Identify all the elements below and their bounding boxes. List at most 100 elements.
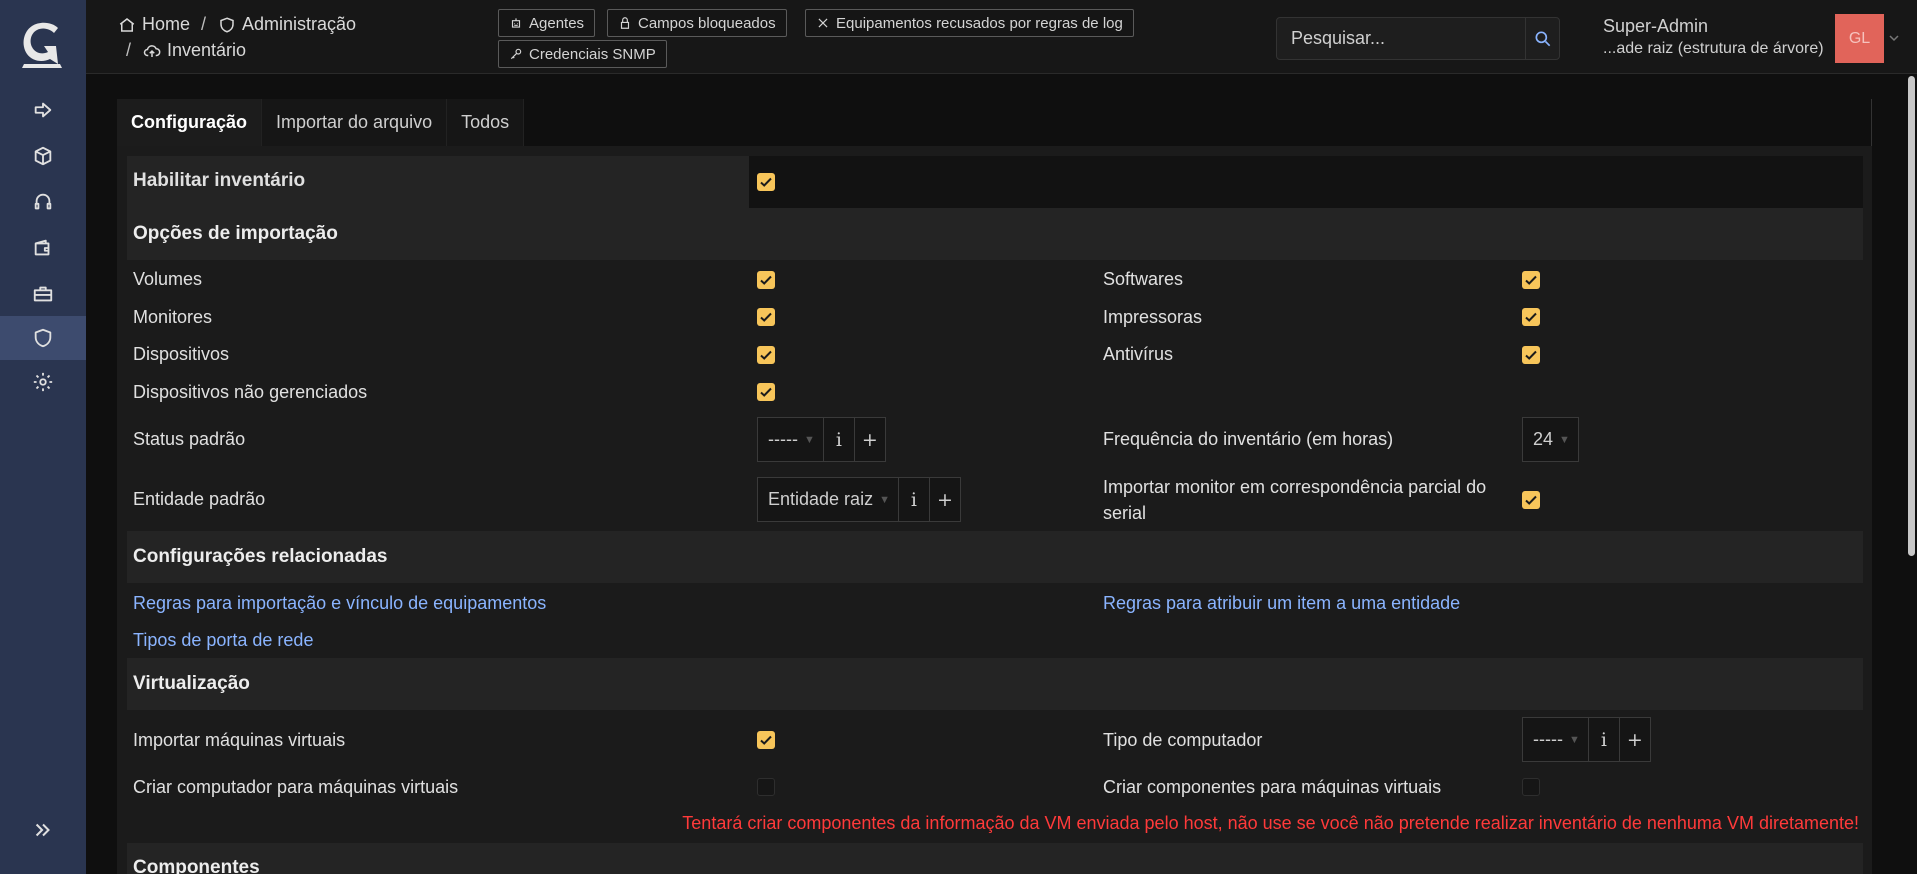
computer-type-info-button[interactable]: i bbox=[1587, 718, 1619, 761]
vm-warning-text: Tentará criar componentes da informação … bbox=[682, 813, 1859, 833]
search-icon bbox=[1535, 31, 1550, 46]
softwares-checkbox[interactable] bbox=[1522, 271, 1540, 289]
antivirus-checkbox[interactable] bbox=[1522, 346, 1540, 364]
default-entity-add-button[interactable]: + bbox=[928, 478, 960, 521]
virtualization-header: Virtualização bbox=[127, 658, 1863, 710]
inventory-frequency-control: 24 ▼ bbox=[1522, 417, 1579, 462]
inventory-frequency-value: 24 bbox=[1533, 429, 1554, 449]
top-header: Home / Administração / Inventário Agente… bbox=[86, 0, 1917, 74]
import-options-header: Opções de importação bbox=[127, 208, 1863, 260]
search-input[interactable] bbox=[1277, 17, 1525, 60]
check-icon bbox=[760, 350, 772, 360]
locked-fields-button-label: Campos bloqueados bbox=[638, 14, 776, 32]
glpi-logo[interactable] bbox=[18, 18, 66, 70]
default-entity-info-button[interactable]: i bbox=[897, 478, 929, 521]
breadcrumb-home-label: Home bbox=[142, 14, 191, 34]
create-components-vms-checkbox[interactable] bbox=[1522, 778, 1540, 796]
shield-icon bbox=[220, 16, 234, 33]
enable-value-cell bbox=[749, 156, 1863, 208]
headset-icon bbox=[34, 193, 52, 210]
sidebar bbox=[0, 0, 86, 874]
check-icon bbox=[760, 312, 772, 322]
check-icon bbox=[1525, 275, 1537, 285]
scrollbar-thumb[interactable] bbox=[1908, 76, 1915, 556]
computer-type-add-button[interactable]: + bbox=[1618, 718, 1650, 761]
computer-type-control: ----- ▼ i + bbox=[1522, 717, 1651, 762]
softwares-label: Softwares bbox=[1103, 269, 1184, 289]
partial-serial-checkbox[interactable] bbox=[1522, 491, 1540, 509]
default-status-label: Status padrão bbox=[133, 429, 246, 449]
default-entity-select[interactable]: Entidade raiz ▼ bbox=[758, 478, 898, 521]
inventory-frequency-select[interactable]: 24 ▼ bbox=[1523, 418, 1578, 461]
volumes-label: Volumes bbox=[133, 269, 203, 289]
monitors-checkbox[interactable] bbox=[757, 308, 775, 326]
double-chevron-right-icon bbox=[35, 823, 50, 837]
robot-icon bbox=[511, 18, 521, 28]
entity-rules-link[interactable]: Regras para atribuir um item a uma entid… bbox=[1103, 593, 1460, 614]
check-icon bbox=[760, 735, 772, 745]
sidebar-item-tools[interactable] bbox=[0, 272, 86, 316]
port-types-link[interactable]: Tipos de porta de rede bbox=[133, 630, 313, 651]
locked-fields-button[interactable]: Campos bloqueados bbox=[607, 9, 787, 37]
default-status-info-button[interactable]: i bbox=[822, 418, 854, 461]
create-components-vms-label: Criar componentes para máquinas virtuais bbox=[1103, 777, 1442, 797]
check-icon bbox=[760, 387, 772, 397]
volumes-checkbox[interactable] bbox=[757, 271, 775, 289]
lock-icon bbox=[620, 17, 630, 29]
arrow-right-icon bbox=[34, 102, 52, 118]
agents-button[interactable]: Agentes bbox=[498, 9, 596, 37]
unmanaged-devices-label: Dispositivos não gerenciados bbox=[133, 382, 368, 402]
cube-icon bbox=[34, 146, 52, 166]
breadcrumb-administration-label: Administração bbox=[242, 14, 357, 34]
breadcrumb-administration[interactable]: Administração bbox=[218, 14, 356, 35]
sidebar-item-assets-login[interactable] bbox=[0, 88, 86, 132]
briefcase-icon bbox=[33, 286, 53, 302]
default-status-add-button[interactable]: + bbox=[853, 418, 885, 461]
import-rules-link[interactable]: Regras para importação e vínculo de equi… bbox=[133, 593, 546, 614]
sidebar-item-administration[interactable] bbox=[0, 316, 86, 360]
breadcrumb-inventory[interactable]: Inventário bbox=[143, 40, 246, 61]
user-name[interactable]: Super-Admin bbox=[1603, 16, 1708, 37]
user-entity[interactable]: ...ade raiz (estrutura de árvore) bbox=[1603, 40, 1824, 58]
sidebar-item-setup[interactable] bbox=[0, 360, 86, 404]
search-button[interactable] bbox=[1525, 18, 1559, 59]
refused-equipment-button[interactable]: Equipamentos recusados por regras de log bbox=[805, 9, 1134, 37]
close-icon bbox=[818, 18, 828, 28]
tab-configuration[interactable]: Configuração bbox=[117, 99, 263, 146]
tab-import-file[interactable]: Importar do arquivo bbox=[262, 99, 448, 146]
chevron-down-icon[interactable] bbox=[1888, 32, 1900, 44]
tab-all[interactable]: Todos bbox=[447, 99, 525, 146]
components-header: Componentes bbox=[127, 843, 1863, 874]
create-computer-vms-checkbox[interactable] bbox=[757, 778, 775, 796]
import-vms-checkbox[interactable] bbox=[757, 731, 775, 749]
partial-serial-label-line1: Importar monitor em correspondência parc… bbox=[1103, 477, 1487, 497]
computer-type-select[interactable]: ----- ▼ bbox=[1523, 718, 1588, 761]
breadcrumb-separator: / bbox=[126, 40, 132, 60]
caret-down-icon: ▼ bbox=[879, 493, 890, 506]
refused-equipment-button-label: Equipamentos recusados por regras de log bbox=[836, 14, 1123, 32]
avatar[interactable]: GL bbox=[1835, 14, 1884, 63]
printers-label: Impressoras bbox=[1103, 307, 1203, 327]
sidebar-collapse-button[interactable] bbox=[0, 808, 86, 852]
unmanaged-devices-checkbox[interactable] bbox=[757, 383, 775, 401]
key-icon bbox=[510, 48, 522, 60]
page-scrollbar[interactable] bbox=[1906, 74, 1917, 874]
default-status-select[interactable]: ----- ▼ bbox=[758, 418, 823, 461]
printers-checkbox[interactable] bbox=[1522, 308, 1540, 326]
enable-inventory-checkbox[interactable] bbox=[757, 173, 775, 191]
search-box bbox=[1276, 17, 1560, 60]
wallet-icon bbox=[34, 239, 50, 256]
breadcrumb-home[interactable]: Home bbox=[118, 14, 190, 35]
cloud-upload-icon bbox=[143, 44, 161, 57]
caret-down-icon: ▼ bbox=[1559, 433, 1570, 446]
sidebar-item-assistance[interactable] bbox=[0, 180, 86, 224]
default-entity-value: Entidade raiz bbox=[768, 489, 874, 509]
sidebar-item-assets[interactable] bbox=[0, 134, 86, 178]
computer-type-value: ----- bbox=[1533, 729, 1563, 749]
snmp-credentials-button[interactable]: Credenciais SNMP bbox=[498, 40, 667, 68]
devices-checkbox[interactable] bbox=[757, 346, 775, 364]
sidebar-item-management[interactable] bbox=[0, 226, 86, 270]
antivirus-label: Antivírus bbox=[1103, 344, 1174, 364]
check-icon bbox=[1525, 350, 1537, 360]
breadcrumb-separator: / bbox=[201, 14, 207, 34]
